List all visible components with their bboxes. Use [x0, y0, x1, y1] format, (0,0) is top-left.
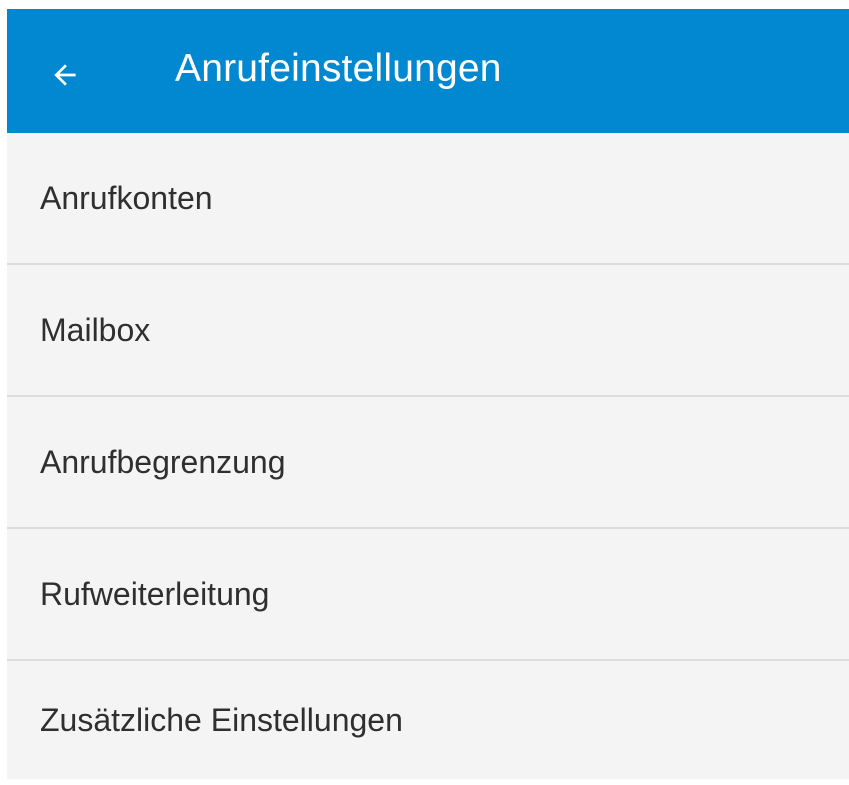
settings-item-label: Rufweiterleitung [40, 575, 270, 612]
back-button[interactable] [37, 47, 93, 103]
settings-item-label: Anrufkonten [40, 179, 213, 216]
app-bar: Anrufeinstellungen [7, 9, 849, 133]
settings-item-label: Zusätzliche Einstellungen [40, 701, 403, 738]
settings-list: Anrufkonten Mailbox Anrufbegrenzung Rufw… [7, 133, 849, 779]
settings-item-additional-settings[interactable]: Zusätzliche Einstellungen [7, 661, 849, 779]
arrow-left-icon [54, 64, 76, 86]
settings-item-call-forwarding[interactable]: Rufweiterleitung [7, 529, 849, 661]
call-settings-screen: Anrufeinstellungen Anrufkonten Mailbox A… [0, 0, 849, 785]
settings-item-call-barring[interactable]: Anrufbegrenzung [7, 397, 849, 529]
settings-item-label: Anrufbegrenzung [40, 443, 286, 480]
page-title: Anrufeinstellungen [175, 47, 502, 90]
settings-item-voicemail[interactable]: Mailbox [7, 265, 849, 397]
settings-item-call-accounts[interactable]: Anrufkonten [7, 133, 849, 265]
settings-item-label: Mailbox [40, 311, 151, 348]
